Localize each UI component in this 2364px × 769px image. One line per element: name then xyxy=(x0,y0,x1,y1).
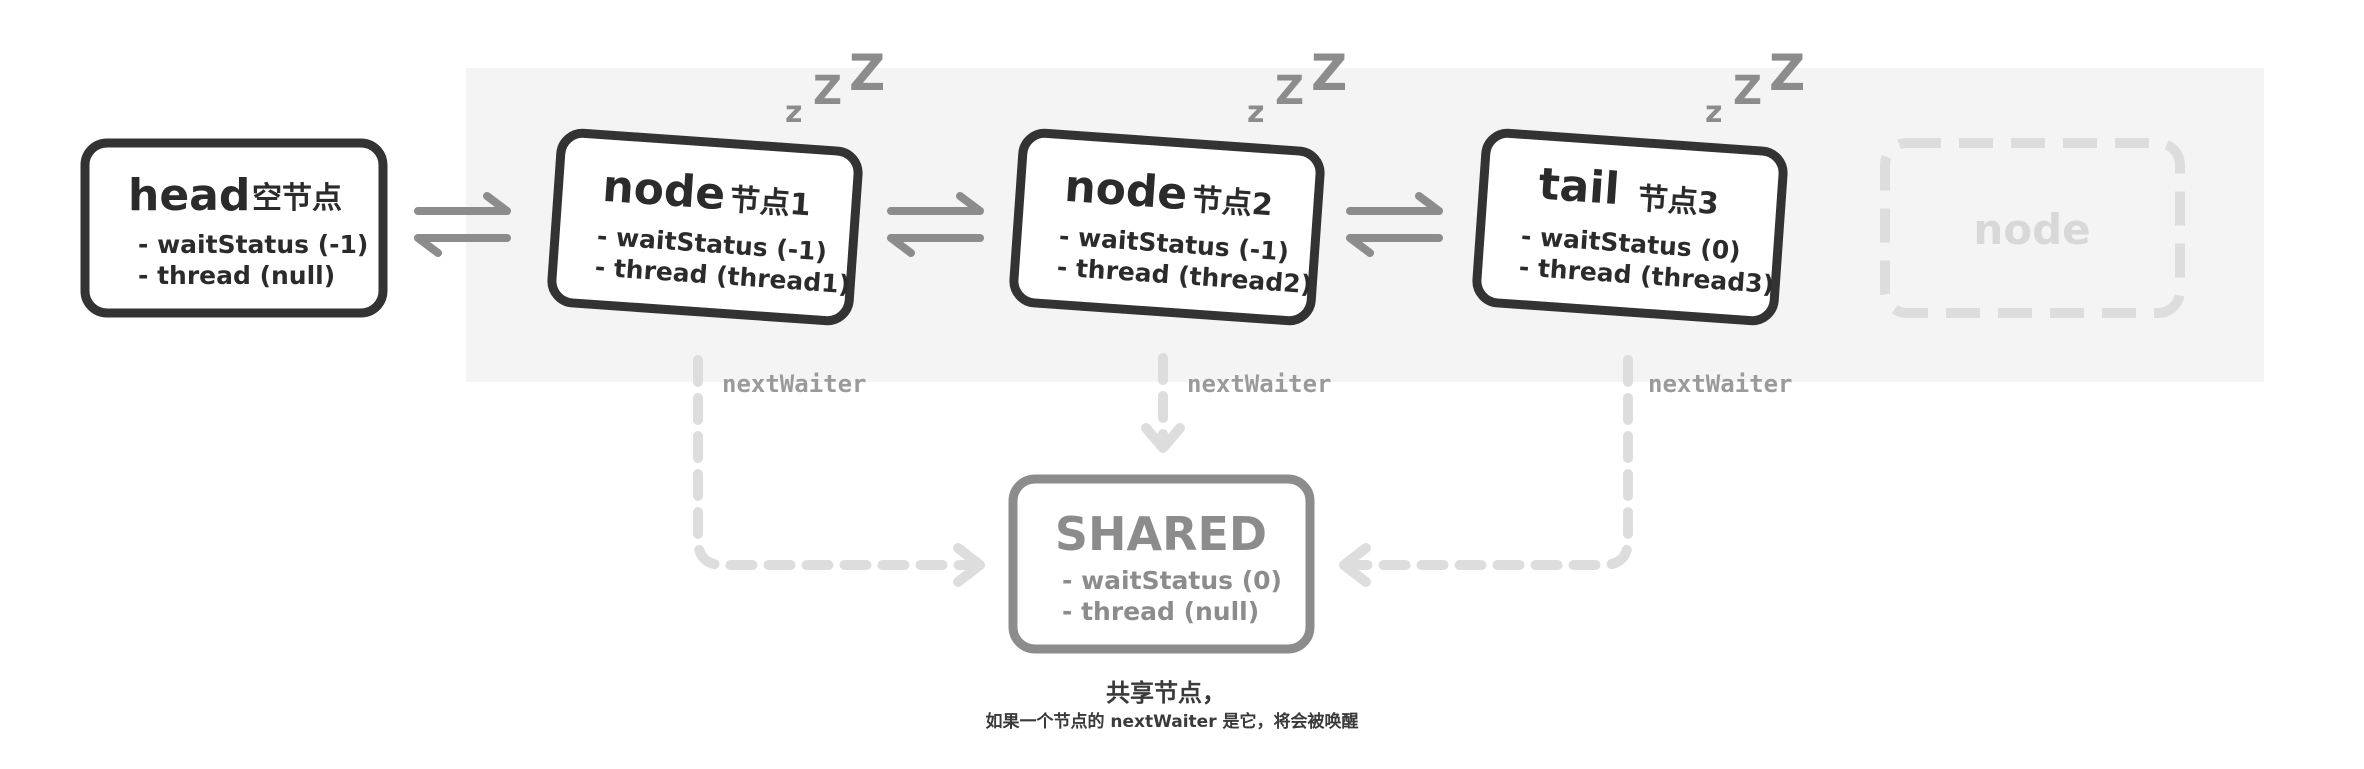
tail-node-subtitle: 节点3 xyxy=(1637,182,1720,223)
node1-subtitle: 节点1 xyxy=(729,183,812,224)
head-node: head 空节点 - waitStatus (-1) - thread (nul… xyxy=(80,138,388,318)
svg-text:Z: Z xyxy=(1733,68,1762,114)
next-waiter-link-tail xyxy=(1339,355,1633,587)
node2-title: node xyxy=(1063,161,1189,220)
next-waiter-label-right: nextWaiter xyxy=(1648,370,1793,398)
head-node-thread: - thread (null) xyxy=(138,261,335,290)
head-node-wait-status: - waitStatus (-1) xyxy=(138,230,368,259)
node1-title: node xyxy=(601,161,727,220)
svg-text:Z: Z xyxy=(1769,44,1805,102)
shared-node: SHARED - waitStatus (0) - thread (null) xyxy=(1008,474,1315,654)
tail-node: tail 节点3 - waitStatus (0) - thread (thre… xyxy=(1472,128,1788,326)
svg-text:Z: Z xyxy=(1275,68,1304,114)
caption-title: 共享节点， xyxy=(1106,679,1226,707)
svg-text:z: z xyxy=(1705,95,1722,130)
svg-text:z: z xyxy=(785,95,802,130)
shared-node-wait-status: - waitStatus (0) xyxy=(1062,566,1282,595)
svg-text:z: z xyxy=(1247,95,1264,130)
svg-text:Z: Z xyxy=(813,68,842,114)
svg-text:Z: Z xyxy=(1311,44,1347,102)
shared-node-title: SHARED xyxy=(1055,507,1267,561)
shared-node-thread: - thread (null) xyxy=(1062,597,1259,626)
tail-node-title: tail xyxy=(1537,159,1621,216)
next-waiter-label-middle: nextWaiter xyxy=(1187,370,1332,398)
node2-subtitle: 节点2 xyxy=(1191,183,1274,224)
head-node-subtitle: 空节点 xyxy=(252,181,342,216)
head-node-title: head xyxy=(128,170,250,221)
next-waiter-label-left: nextWaiter xyxy=(722,370,867,398)
node1: node 节点1 - waitStatus (-1) - thread (thr… xyxy=(547,128,863,326)
node2: node 节点2 - waitStatus (-1) - thread (thr… xyxy=(1009,128,1325,326)
caption-note: 如果一个节点的 nextWaiter 是它，将会被唤醒 xyxy=(985,711,1358,732)
ghost-node-title: node xyxy=(1973,205,2090,254)
aqs-shared-queue-diagram: head 空节点 - waitStatus (-1) - thread (nul… xyxy=(80,44,2264,732)
svg-text:Z: Z xyxy=(849,44,885,102)
